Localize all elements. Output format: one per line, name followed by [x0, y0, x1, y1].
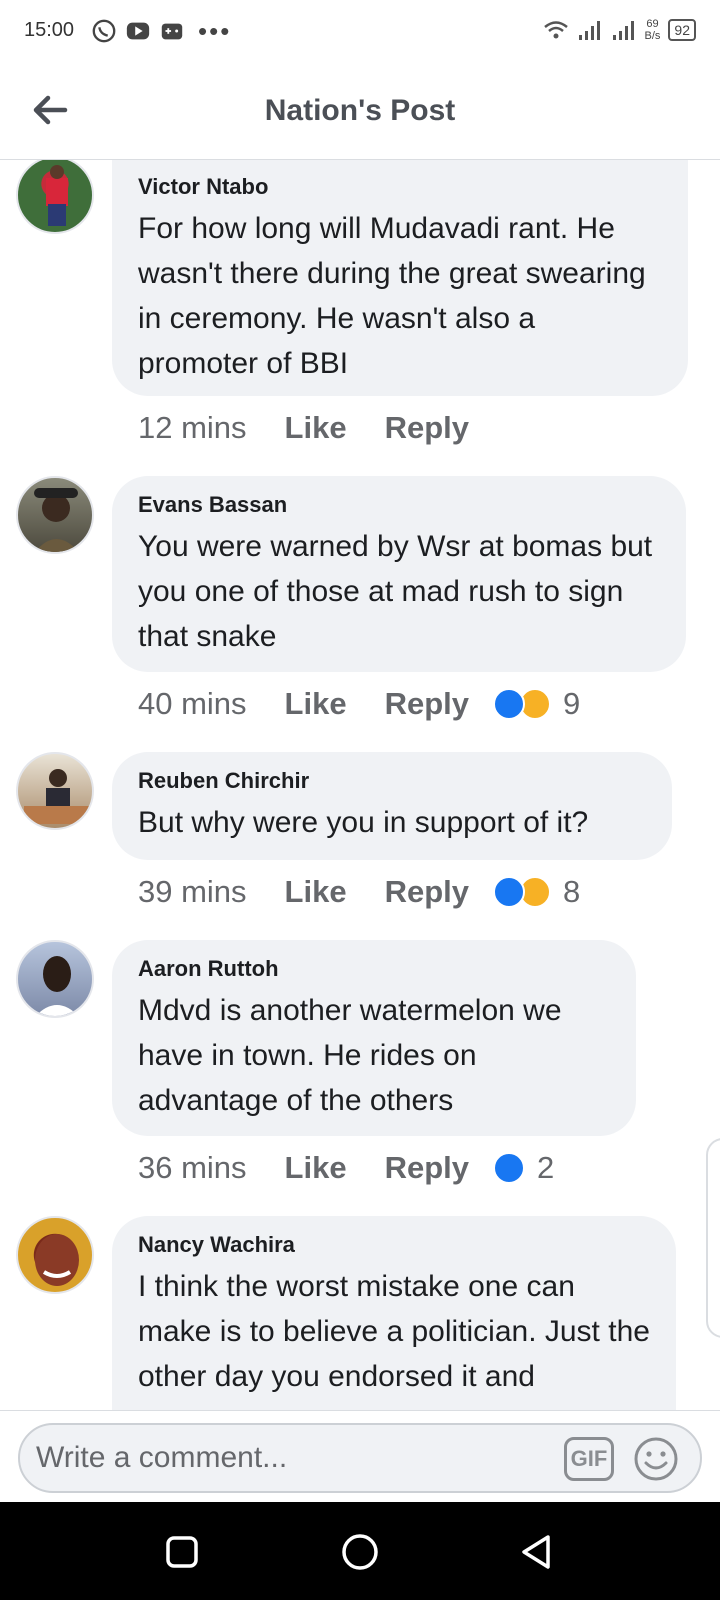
- reaction-count: 8: [563, 874, 581, 909]
- avatar-photo: [46, 165, 68, 226]
- like-button[interactable]: Like: [285, 410, 347, 446]
- comment-composer: GIF: [0, 1410, 720, 1502]
- network-speed-unit: B/s: [644, 30, 661, 42]
- game-icon: [161, 23, 183, 40]
- reactions-summary[interactable]: 2: [493, 1150, 554, 1186]
- reply-button[interactable]: Reply: [385, 874, 469, 910]
- youtube-icon: [126, 22, 150, 40]
- network-speed: 69 B/s: [645, 18, 661, 42]
- system-nav-bar: [0, 1502, 720, 1600]
- back-icon: [522, 1535, 550, 1569]
- floating-edge-tab[interactable]: [706, 1138, 720, 1338]
- reactions-summary[interactable]: 9: [493, 686, 580, 722]
- comment-text: You were warned by Wsr at bomas but you …: [138, 530, 653, 653]
- status-notification-icons: •••: [90, 18, 231, 44]
- reply-button[interactable]: Reply: [385, 410, 469, 446]
- like-button[interactable]: Like: [285, 686, 347, 722]
- comment-meta: 12 mins Like Reply: [138, 410, 493, 446]
- battery-icon: 92: [668, 19, 696, 41]
- comment-bubble[interactable]: Victor Ntabo For how long will Mudavadi …: [112, 160, 688, 396]
- avatar[interactable]: [16, 752, 94, 830]
- wifi-icon: [543, 21, 568, 39]
- recent-apps-button[interactable]: [158, 1528, 206, 1576]
- home-button[interactable]: [336, 1528, 384, 1576]
- more-dots-icon: •••: [198, 16, 232, 46]
- reply-button[interactable]: Reply: [385, 1150, 469, 1186]
- avatar-photo: [35, 956, 79, 1016]
- like-button[interactable]: Like: [285, 1150, 347, 1186]
- smiley-icon[interactable]: [632, 1435, 680, 1483]
- reply-button[interactable]: Reply: [385, 686, 469, 722]
- like-reaction-icon: [493, 1152, 525, 1184]
- like-reaction-icon: [493, 876, 525, 908]
- comment-text: But why were you in support of it?: [138, 806, 589, 839]
- avatar-photo: [35, 1234, 79, 1286]
- comment-meta: 40 mins Like Reply 9: [138, 686, 580, 722]
- comment-author[interactable]: Evans Bassan: [138, 492, 660, 518]
- avatar[interactable]: [16, 940, 94, 1018]
- comment-time: 12 mins: [138, 410, 247, 445]
- comment-time: 39 mins: [138, 874, 247, 909]
- avatar[interactable]: [16, 1216, 94, 1294]
- avatar-photo: [34, 488, 79, 552]
- whatsapp-icon: [92, 19, 116, 43]
- system-back-button[interactable]: [512, 1528, 560, 1576]
- comment-author[interactable]: Aaron Ruttoh: [138, 956, 610, 982]
- comment-text: I think the worst mistake one can make i…: [138, 1270, 650, 1393]
- status-time: 15:00: [24, 19, 75, 41]
- comment-text: Mdvd is another watermelon we have in to…: [138, 994, 562, 1117]
- gif-button[interactable]: GIF: [564, 1437, 614, 1481]
- home-icon: [342, 1534, 378, 1570]
- comment-bubble[interactable]: Nancy Wachira I think the worst mistake …: [112, 1216, 676, 1410]
- comment-time: 40 mins: [138, 686, 247, 721]
- avatar-photo: [24, 769, 90, 824]
- recent-apps-icon: [166, 1536, 198, 1568]
- status-bar: 15:00 ••• 69 B/s 92: [0, 0, 720, 64]
- status-system-icons: 69 B/s 92: [543, 18, 696, 42]
- comments-list: Victor Ntabo For how long will Mudavadi …: [0, 160, 720, 1410]
- comment-meta: 39 mins Like Reply 8: [138, 874, 580, 910]
- comment-author[interactable]: Reuben Chirchir: [138, 768, 646, 794]
- avatar[interactable]: [16, 476, 94, 554]
- comment-time: 36 mins: [138, 1150, 247, 1185]
- like-reaction-icon: [493, 688, 525, 720]
- top-app-bar: Nation's Post: [0, 64, 720, 160]
- avatar[interactable]: [16, 160, 94, 234]
- comment-text: For how long will Mudavadi rant. He wasn…: [138, 212, 646, 380]
- comment-bubble[interactable]: Aaron Ruttoh Mdvd is another watermelon …: [112, 940, 636, 1136]
- reactions-summary[interactable]: 8: [493, 874, 580, 910]
- comment-bubble[interactable]: Reuben Chirchir But why were you in supp…: [112, 752, 672, 860]
- page-title: Nation's Post: [264, 94, 456, 127]
- signal-icon: [578, 21, 600, 40]
- comment-meta: 36 mins Like Reply 2: [138, 1150, 554, 1186]
- reaction-count: 9: [563, 686, 581, 721]
- like-button[interactable]: Like: [285, 874, 347, 910]
- network-speed-value: 69: [646, 18, 659, 30]
- reaction-count: 2: [537, 1150, 555, 1185]
- comment-author[interactable]: Victor Ntabo: [138, 174, 662, 200]
- signal-icon-2: [612, 21, 634, 40]
- comment-bubble[interactable]: Evans Bassan You were warned by Wsr at b…: [112, 476, 686, 672]
- comment-author[interactable]: Nancy Wachira: [138, 1232, 650, 1258]
